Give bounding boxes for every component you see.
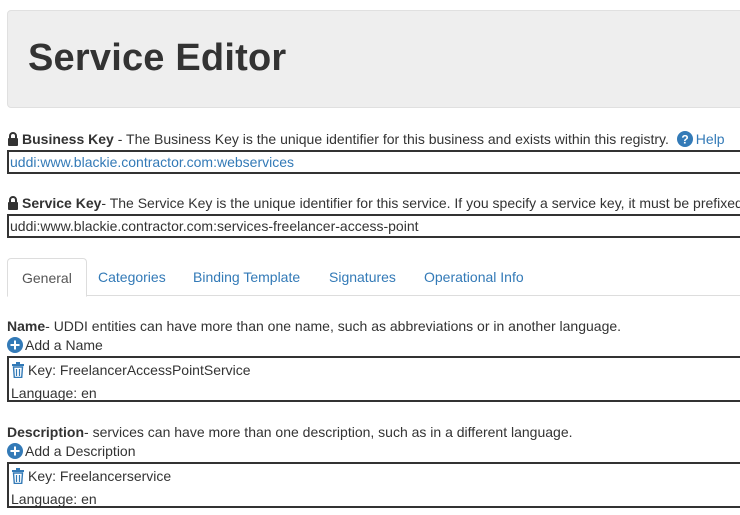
service-key-field[interactable]: uddi:www.blackie.contractor.com:services… bbox=[7, 214, 740, 238]
add-name-button[interactable]: Add a Name bbox=[7, 337, 103, 356]
tab-categories[interactable]: Categories bbox=[84, 258, 180, 296]
tab-bar: General Categories Binding Template Sign… bbox=[7, 258, 740, 297]
description-description: - services can have more than one descri… bbox=[84, 424, 573, 440]
description-section-label: Description- services can have more than… bbox=[7, 424, 573, 440]
business-key-description: - The Business Key is the unique identif… bbox=[113, 131, 669, 147]
tab-general[interactable]: General bbox=[7, 258, 87, 297]
tab-operational-info[interactable]: Operational Info bbox=[410, 258, 538, 296]
name-entry-language: Language: en bbox=[11, 385, 97, 401]
help-label: Help bbox=[695, 131, 725, 147]
service-key-description: - The Service Key is the unique identifi… bbox=[101, 195, 740, 211]
name-description: - UDDI entities can have more than one n… bbox=[45, 318, 622, 334]
add-description-button[interactable]: Add a Description bbox=[7, 443, 136, 462]
name-entry-key: Key: FreelancerAccessPointService bbox=[28, 362, 251, 378]
description-entry-language: Language: en bbox=[11, 491, 97, 507]
add-description-label: Add a Description bbox=[25, 443, 136, 459]
lock-icon bbox=[7, 196, 19, 213]
service-key-label-row: Service Key- The Service Key is the uniq… bbox=[7, 195, 740, 213]
description-entry: Key: Freelancerservice Language: en bbox=[7, 462, 740, 508]
name-section-label: Name- UDDI entities can have more than o… bbox=[7, 318, 621, 334]
header-jumbotron: Service Editor bbox=[7, 10, 740, 108]
name-entry: Key: FreelancerAccessPointService Langua… bbox=[7, 356, 740, 402]
svg-text:?: ? bbox=[681, 133, 688, 147]
page-title: Service Editor bbox=[28, 37, 287, 79]
description-label: Description bbox=[7, 424, 85, 440]
add-name-label: Add a Name bbox=[25, 337, 103, 353]
name-label: Name bbox=[7, 318, 46, 334]
service-key-label: Service Key bbox=[22, 195, 102, 211]
tab-signatures[interactable]: Signatures bbox=[315, 258, 410, 296]
tab-binding-template[interactable]: Binding Template bbox=[179, 258, 314, 296]
business-key-field[interactable]: uddi:www.blackie.contractor.com:webservi… bbox=[7, 150, 740, 174]
help-icon: ? bbox=[676, 131, 693, 150]
plus-circle-icon bbox=[7, 443, 23, 462]
help-link[interactable]: ? Help bbox=[676, 131, 725, 150]
trash-icon[interactable] bbox=[11, 362, 25, 383]
business-key-label: Business Key bbox=[22, 131, 114, 147]
business-key-label-row: Business Key - The Business Key is the u… bbox=[7, 131, 725, 150]
lock-icon bbox=[7, 132, 19, 149]
trash-icon[interactable] bbox=[11, 468, 25, 489]
plus-circle-icon bbox=[7, 337, 23, 356]
description-entry-key: Key: Freelancerservice bbox=[28, 468, 172, 484]
